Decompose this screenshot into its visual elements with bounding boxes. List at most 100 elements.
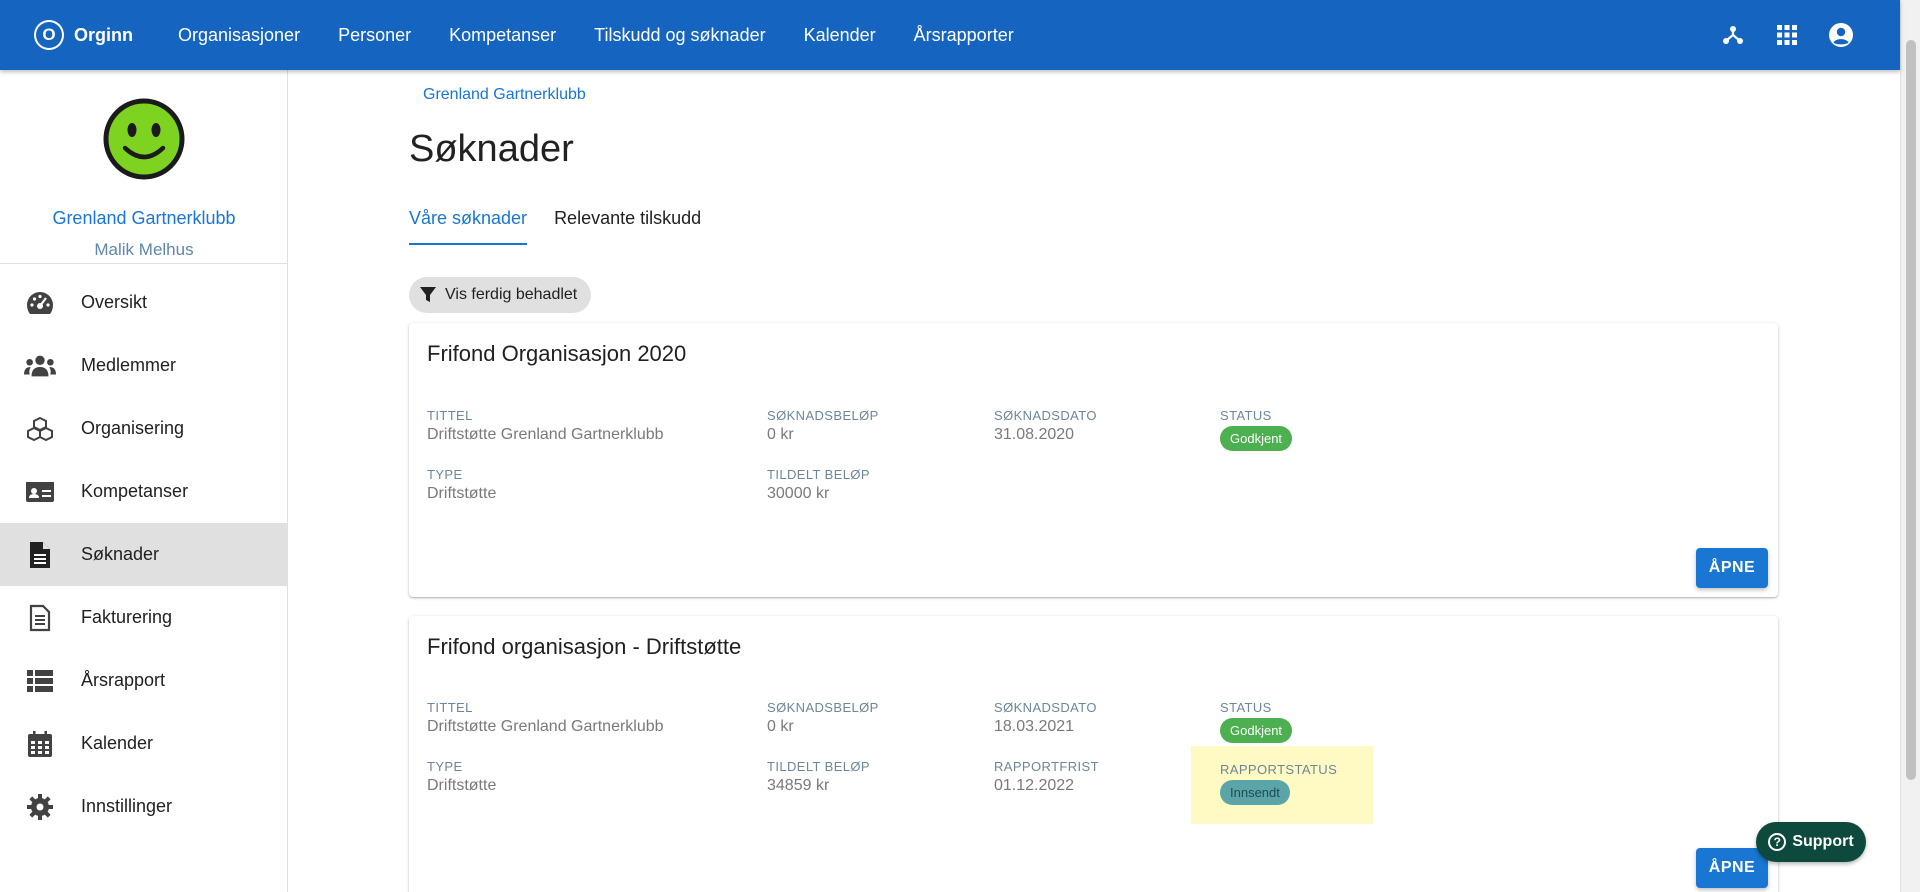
sidebar-item-label: Organisering (81, 418, 185, 438)
field-tittel: TITTEL Driftstøtte Grenland Gartnerklubb (427, 408, 664, 444)
status-badge: Godkjent (1220, 718, 1293, 743)
status-badge: Godkjent (1220, 426, 1293, 451)
breadcrumb[interactable]: Grenland Gartnerklubb (423, 86, 586, 104)
help-circle-icon: ? (1768, 833, 1787, 851)
support-label: Support (1792, 833, 1854, 850)
sidebar-item-organisering[interactable]: Organisering (0, 397, 287, 460)
apps-grid-icon[interactable] (1760, 0, 1814, 70)
sidebar-item-label: Kalender (81, 733, 154, 753)
sidebar-item-kompetanser[interactable]: Kompetanser (0, 460, 287, 523)
sidebar-item-arsrapport[interactable]: Årsrapport (0, 649, 287, 712)
nav-item-organisasjoner[interactable]: Organisasjoner (159, 0, 319, 70)
field-status: STATUS Godkjent (1220, 700, 1293, 743)
card-title: Frifond organisasjon - Driftstøtte (427, 634, 742, 659)
sidebar-item-innstillinger[interactable]: Innstillinger (0, 775, 287, 838)
calendar-icon (24, 728, 56, 760)
card-title: Frifond Organisasjon 2020 (427, 341, 687, 366)
id-card-icon (24, 476, 56, 508)
filter-chip[interactable]: Vis ferdig behadlet (409, 277, 592, 313)
field-label: SØKNADSBELØP (767, 408, 879, 423)
field-tildelt-belop: TILDELT BELØP 34859 kr (767, 759, 870, 795)
field-value: Driftstøtte Grenland Gartnerklubb (427, 718, 664, 735)
nav-item-arsrapporter[interactable]: Årsrapporter (895, 0, 1033, 70)
field-value: Driftstøtte Grenland Gartnerklubb (427, 426, 664, 443)
sidebar-item-kalender[interactable]: Kalender (0, 712, 287, 775)
sidebar-item-label: Årsrapport (81, 670, 166, 690)
scrollbar-thumb[interactable] (1906, 40, 1916, 780)
open-button[interactable]: ÅPNE (1696, 848, 1768, 888)
field-soknadsdato: SØKNADSDATO 31.08.2020 (994, 408, 1097, 444)
nav-item-kompetanser[interactable]: Kompetanser (430, 0, 575, 70)
field-label: RAPPORTSTATUS (1220, 762, 1338, 777)
field-label: SØKNADSBELØP (767, 700, 879, 715)
cubes-icon (24, 413, 56, 445)
sidebar-item-label: Kompetanser (81, 481, 189, 501)
brand-name: Orginn (74, 24, 133, 45)
field-value: Driftstøtte (427, 777, 497, 794)
field-soknadsbelop: SØKNADSBELØP 0 kr (767, 408, 879, 444)
field-label: STATUS (1220, 408, 1272, 423)
field-label: TITTEL (427, 408, 473, 423)
field-type: TYPE Driftstøtte (427, 467, 496, 503)
field-soknadsbelop: SØKNADSBELØP 0 kr (767, 700, 879, 736)
application-card: Frifond organisasjon - Driftstøtte TITTE… (409, 616, 1778, 892)
support-button[interactable]: ? Support (1756, 822, 1866, 862)
field-value: 34859 kr (767, 777, 830, 794)
rapportstatus-badge: Innsendt (1220, 780, 1290, 805)
brand-logo-icon: O (34, 20, 64, 50)
sidebar-item-medlemmer[interactable]: Medlemmer (0, 334, 287, 397)
sidebar-item-oversikt[interactable]: Oversikt (0, 271, 287, 334)
tab-vare-soknader[interactable]: Våre søknader (409, 208, 528, 245)
account-circle-icon[interactable] (1814, 0, 1868, 70)
field-label: SØKNADSDATO (994, 408, 1097, 423)
sidebar-menu: Oversikt Medlemmer Organisering Kompetan… (0, 271, 287, 838)
nav-item-kalender[interactable]: Kalender (785, 0, 895, 70)
speedometer-icon (24, 287, 56, 319)
org-structure-icon[interactable] (1706, 0, 1760, 70)
field-label: STATUS (1220, 700, 1272, 715)
document-icon (24, 539, 56, 571)
field-label: RAPPORTFRIST (994, 759, 1099, 774)
gear-icon (24, 791, 56, 823)
smiley-avatar-icon (103, 98, 185, 180)
field-label: TYPE (427, 759, 463, 774)
field-value: Driftstøtte (427, 485, 497, 502)
sidebar-item-label: Innstillinger (81, 796, 173, 816)
brand-logo-letter: O (36, 22, 62, 48)
sidebar-item-label: Fakturering (81, 607, 173, 627)
field-label: SØKNADSDATO (994, 700, 1097, 715)
scrollbar[interactable] (1900, 0, 1920, 892)
sidebar: Grenland Gartnerklubb Malik Melhus Overs… (0, 70, 288, 892)
field-label: TYPE (427, 467, 463, 482)
field-tildelt-belop: TILDELT BELØP 30000 kr (767, 467, 870, 503)
sidebar-item-label: Medlemmer (81, 355, 177, 375)
sidebar-item-fakturering[interactable]: Fakturering (0, 586, 287, 649)
field-label: TILDELT BELØP (767, 759, 870, 774)
page-title: Søknader (409, 128, 574, 170)
tabs: Våre søknader Relevante tilskudd (409, 208, 728, 245)
field-value: 01.12.2022 (994, 777, 1075, 794)
field-value: 31.08.2020 (994, 426, 1075, 443)
sidebar-divider (0, 263, 288, 264)
nav-item-personer[interactable]: Personer (319, 0, 430, 70)
tab-relevante-tilskudd[interactable]: Relevante tilskudd (554, 208, 701, 245)
sidebar-user-name: Malik Melhus (94, 240, 194, 259)
invoice-icon (24, 602, 56, 634)
list-icon (24, 665, 56, 697)
field-label: TILDELT BELØP (767, 467, 870, 482)
filter-icon (419, 286, 437, 304)
sidebar-org-name[interactable]: Grenland Gartnerklubb (0, 208, 288, 229)
field-soknadsdato: SØKNADSDATO 18.03.2021 (994, 700, 1097, 736)
field-rapportfrist: RAPPORTFRIST 01.12.2022 (994, 759, 1099, 795)
people-icon (24, 350, 56, 382)
sidebar-item-soknader[interactable]: Søknader (0, 523, 287, 586)
top-app-bar: O Orginn Organisasjoner Personer Kompeta… (0, 0, 1900, 70)
field-value: 0 kr (767, 426, 794, 443)
field-type: TYPE Driftstøtte (427, 759, 496, 795)
brand-home-link[interactable]: O Orginn (34, 20, 133, 50)
nav-item-tilskudd[interactable]: Tilskudd og søknader (575, 0, 784, 70)
field-rapportstatus: RAPPORTSTATUS Innsendt (1220, 762, 1337, 805)
field-value: 30000 kr (767, 485, 830, 502)
open-button[interactable]: ÅPNE (1696, 548, 1768, 588)
sidebar-item-label: Oversikt (81, 292, 148, 312)
